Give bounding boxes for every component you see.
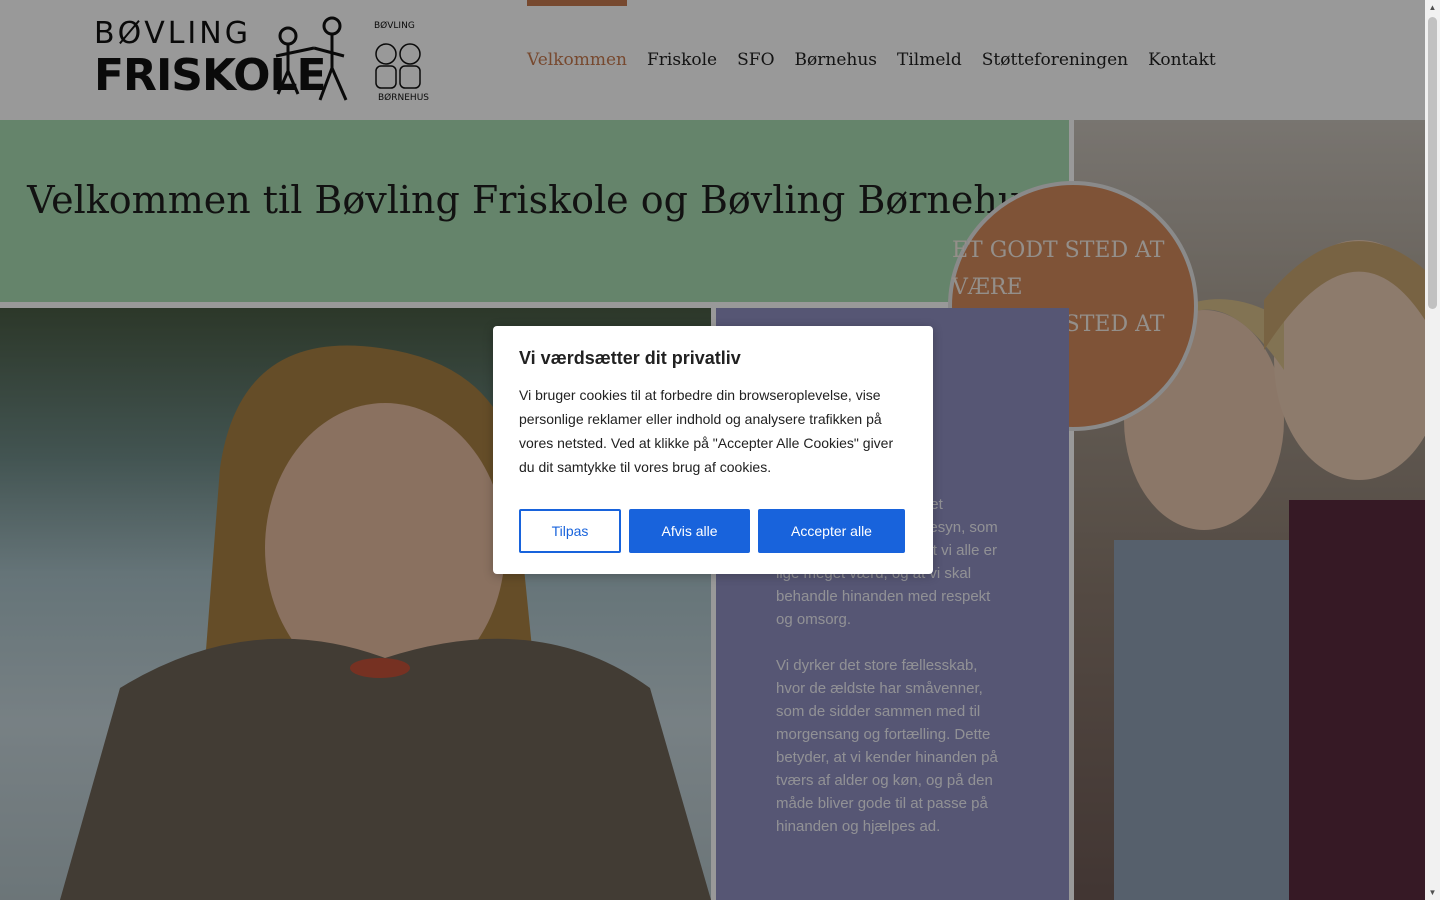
cookie-consent-dialog: Vi værdsætter dit privatliv Vi bruger co… xyxy=(493,326,933,574)
customize-button[interactable]: Tilpas xyxy=(519,509,621,553)
scroll-up-icon[interactable]: ▲ xyxy=(1425,0,1440,15)
accept-all-button[interactable]: Accepter alle xyxy=(758,509,905,553)
cookie-description: Vi bruger cookies til at forbedre din br… xyxy=(519,387,894,475)
scroll-down-icon[interactable]: ▼ xyxy=(1425,885,1440,900)
reject-all-button[interactable]: Afvis alle xyxy=(629,509,750,553)
page-scrollbar[interactable]: ▲ ▼ xyxy=(1425,0,1440,900)
cookie-title: Vi værdsætter dit privatliv xyxy=(519,348,741,368)
scroll-thumb[interactable] xyxy=(1428,17,1437,309)
cookie-actions: Tilpas Afvis alle Accepter alle xyxy=(519,509,905,553)
